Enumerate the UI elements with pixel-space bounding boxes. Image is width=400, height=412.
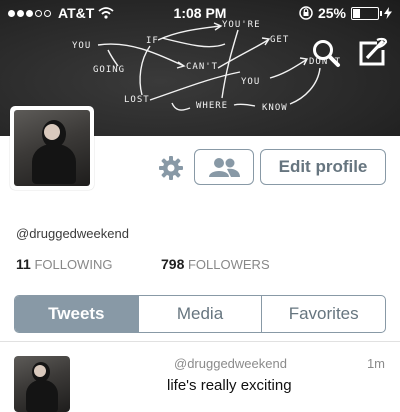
followers-label: FOLLOWERS [187, 257, 270, 272]
doodle-word: LOST [124, 95, 150, 105]
battery-fill [353, 8, 360, 18]
charging-bolt-icon [384, 7, 392, 19]
doodle-word: GET [270, 35, 289, 45]
doodle-word: YOU [72, 41, 91, 51]
doodle-word: CAN'T [186, 62, 218, 72]
status-bar: AT&T 1:08 PM 25% [0, 0, 400, 26]
divider [0, 341, 400, 342]
profile-handle: @druggedweekend [16, 226, 129, 241]
followers-stat[interactable]: 798 FOLLOWERS [161, 256, 270, 272]
doodle-word: IF [146, 36, 159, 46]
gear-icon[interactable] [158, 155, 184, 181]
tweet-timestamp: 1m [366, 356, 385, 371]
tab-favorites[interactable]: Favorites [261, 296, 385, 332]
tab-media[interactable]: Media [137, 296, 262, 332]
compose-icon[interactable] [357, 36, 389, 68]
avatar-photo [14, 110, 90, 186]
tweet-text: life's really exciting [167, 377, 292, 394]
doodle-word: WHERE [196, 101, 228, 111]
profile-tabs: Tweets Media Favorites [14, 295, 386, 333]
people-button[interactable] [194, 149, 254, 185]
following-label: FOLLOWING [34, 257, 113, 272]
edit-profile-button[interactable]: Edit profile [260, 149, 386, 185]
people-icon [209, 158, 240, 177]
profile-avatar[interactable] [10, 106, 94, 190]
doodle-word: GOING [93, 65, 125, 75]
search-icon[interactable] [311, 38, 341, 68]
rotation-lock-icon [299, 6, 313, 20]
tweet-handle[interactable]: @druggedweekend [174, 356, 287, 371]
doodle-word: KNOW [262, 103, 288, 113]
followers-count: 798 [161, 256, 185, 272]
avatar-photo [14, 356, 70, 412]
following-count: 11 [16, 256, 31, 272]
following-stat[interactable]: 11 FOLLOWING [16, 256, 112, 272]
tab-tweets[interactable]: Tweets [15, 296, 138, 332]
battery-percent: 25% [317, 5, 346, 21]
doodle-word: YOU [241, 77, 260, 87]
tweet-avatar[interactable] [14, 356, 70, 412]
battery-icon [351, 6, 382, 20]
